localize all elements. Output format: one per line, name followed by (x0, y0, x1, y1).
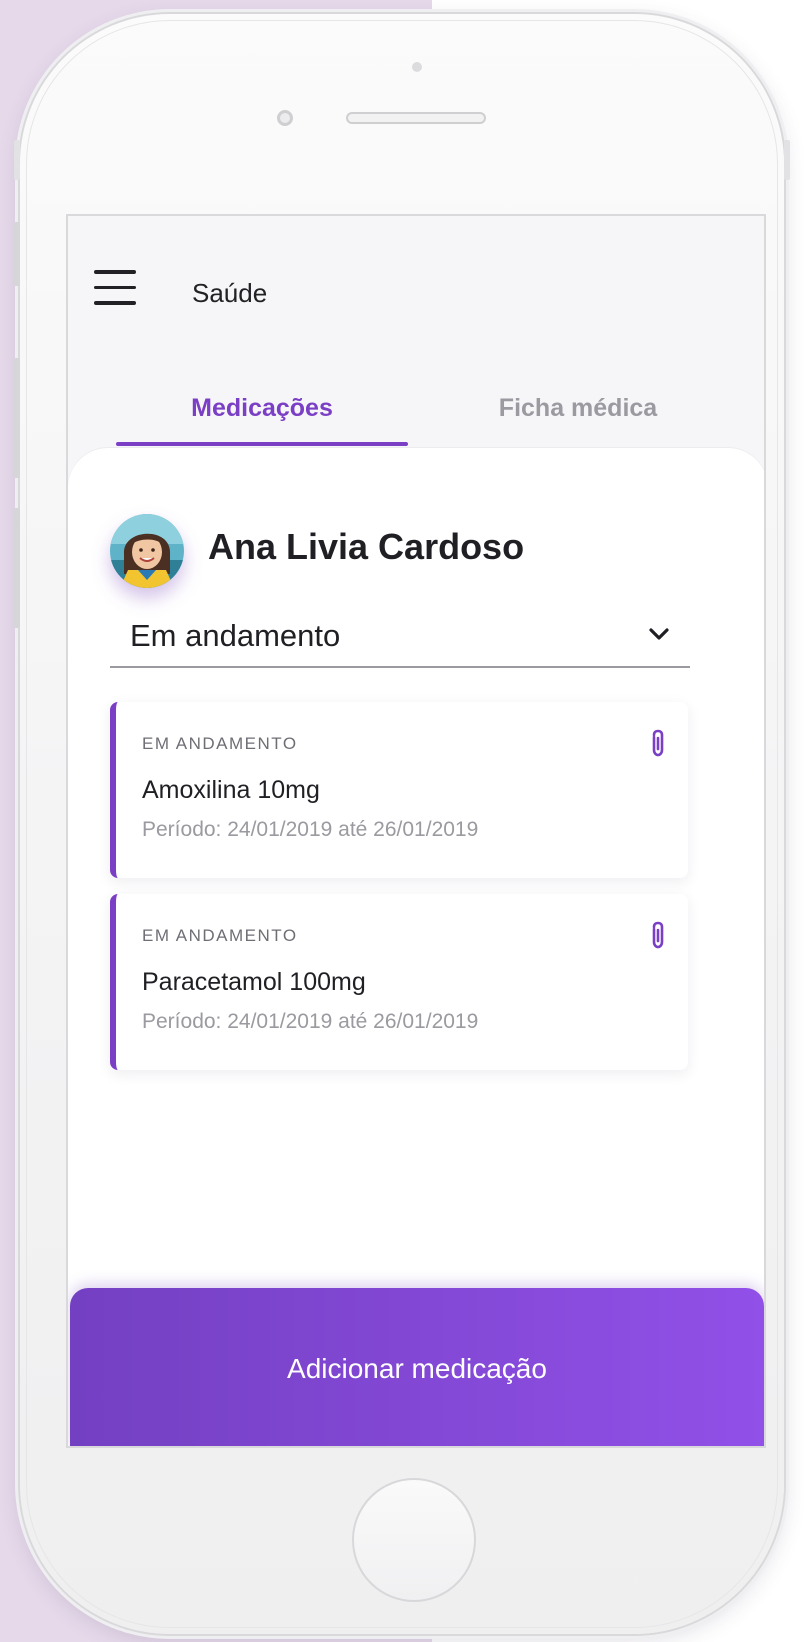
proximity-sensor (412, 62, 422, 72)
medication-period: Período: 24/01/2019 até 26/01/2019 (142, 818, 479, 841)
home-button[interactable] (352, 1478, 476, 1602)
paperclip-icon[interactable] (650, 728, 666, 758)
status-filter-value: Em andamento (130, 618, 341, 653)
add-medication-button[interactable]: Adicionar medicação (70, 1288, 764, 1446)
app-bar: Saúde (68, 216, 764, 366)
tab-bar: Medicações Ficha médica (68, 378, 764, 442)
status-filter-select[interactable]: Em andamento (110, 608, 690, 668)
earpiece-speaker (346, 112, 486, 124)
chevron-down-icon (648, 626, 670, 642)
paperclip-icon[interactable] (650, 920, 666, 950)
patient-name: Ana Livia Cardoso (208, 526, 525, 567)
volume-down-button (14, 508, 20, 628)
medication-status: EM ANDAMENTO (142, 926, 298, 945)
phone-screen: Saúde Medicações Ficha médica Ana Livia … (66, 214, 766, 1448)
volume-up-button (14, 358, 20, 478)
medication-status: EM ANDAMENTO (142, 734, 298, 753)
side-antenna-line (14, 140, 20, 180)
medication-card[interactable]: EM ANDAMENTO Paracetamol 100mg Período: … (110, 894, 688, 1070)
hamburger-icon[interactable] (94, 270, 136, 306)
medication-name: Paracetamol 100mg (142, 968, 366, 996)
front-camera (277, 110, 293, 126)
medication-name: Amoxilina 10mg (142, 776, 320, 804)
avatar[interactable] (110, 514, 184, 588)
app-title: Saúde (192, 278, 268, 308)
active-tab-indicator (116, 442, 408, 446)
tab-medicacoes[interactable]: Medicações (116, 378, 408, 442)
tab-ficha-medica[interactable]: Ficha médica (428, 378, 728, 442)
mute-switch (14, 222, 20, 286)
medication-card[interactable]: EM ANDAMENTO Amoxilina 10mg Período: 24/… (110, 702, 688, 878)
side-antenna-line-right (784, 140, 790, 180)
medication-period: Período: 24/01/2019 até 26/01/2019 (142, 1010, 479, 1033)
